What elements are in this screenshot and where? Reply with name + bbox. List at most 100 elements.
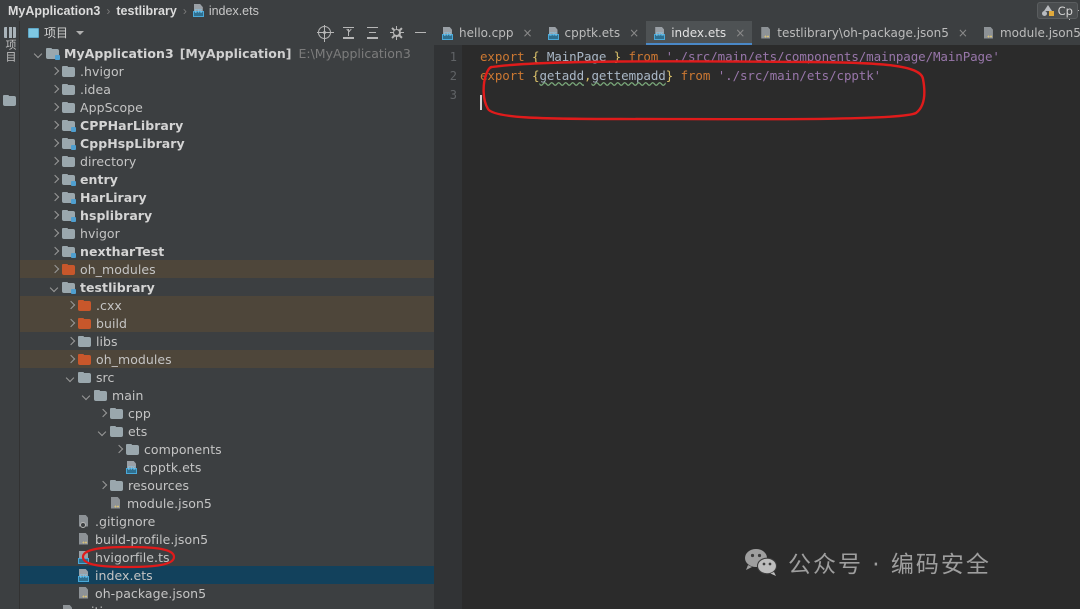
run-configuration-selector[interactable]: Cp bbox=[1036, 2, 1078, 19]
chevron-down-icon[interactable] bbox=[34, 49, 43, 58]
folder-icon bbox=[62, 101, 75, 113]
tree-item-gitignore[interactable]: .gitignore bbox=[20, 512, 434, 530]
chevron-right-icon[interactable] bbox=[66, 301, 75, 310]
chevron-down-icon[interactable] bbox=[66, 373, 75, 382]
excluded-folder-icon bbox=[78, 317, 91, 329]
chevron-down-icon[interactable] bbox=[76, 30, 85, 35]
tree-item-myapplication3[interactable]: MyApplication3 [MyApplication] E:\MyApplic… bbox=[20, 44, 434, 62]
chevron-right-icon[interactable] bbox=[50, 193, 59, 202]
chevron-right-icon[interactable] bbox=[50, 211, 59, 220]
module-folder-icon bbox=[62, 119, 76, 132]
editor-tab-module-json5[interactable]: module.json5× bbox=[975, 21, 1080, 45]
folder-icon bbox=[110, 425, 123, 437]
locate-in-tree-icon[interactable] bbox=[317, 25, 334, 42]
sidebar-item-project[interactable]: 项目 bbox=[2, 25, 18, 87]
tree-item-libs[interactable]: libs bbox=[20, 332, 434, 350]
tree-item-cpp[interactable]: cpp bbox=[20, 404, 434, 422]
chevron-down-icon[interactable] bbox=[98, 427, 107, 436]
tree-item-cppharlibrary[interactable]: CPPHarLibrary bbox=[20, 116, 434, 134]
tree-item-entry[interactable]: entry bbox=[20, 170, 434, 188]
chevron-right-icon[interactable] bbox=[50, 157, 59, 166]
excluded-folder-icon bbox=[78, 299, 91, 311]
tree-item-build-profile-json5[interactable]: build-profile.json5 bbox=[20, 530, 434, 548]
code-token: gettempadd bbox=[591, 68, 666, 83]
tree-item-hsplibrary[interactable]: hsplibrary bbox=[20, 206, 434, 224]
chevron-right-icon[interactable] bbox=[114, 445, 123, 454]
editor-tab-cpptk-ets[interactable]: cpptk.ets × bbox=[540, 21, 647, 45]
tree-item-ets[interactable]: ets bbox=[20, 422, 434, 440]
chevron-right-icon[interactable] bbox=[50, 139, 59, 148]
tree-item-testlibrary[interactable]: testlibrary bbox=[20, 278, 434, 296]
tree-item-oh-modules[interactable]: oh_modules bbox=[20, 260, 434, 278]
close-icon[interactable]: × bbox=[522, 26, 532, 40]
tree-item-hvigorfile-ts[interactable]: hvigorfile.ts bbox=[20, 548, 434, 566]
tree-item-appscope[interactable]: AppScope bbox=[20, 98, 434, 116]
json5-file-icon bbox=[110, 496, 122, 510]
chevron-right-icon[interactable] bbox=[50, 175, 59, 184]
chevron-right-icon[interactable] bbox=[66, 337, 75, 346]
chevron-right-icon[interactable] bbox=[50, 85, 59, 94]
breadcrumb-item-file[interactable]: index.ets bbox=[209, 4, 259, 18]
tree-item-cpptk-ets[interactable]: cpptk.ets bbox=[20, 458, 434, 476]
hide-panel-icon[interactable] bbox=[414, 26, 427, 39]
tree-item-harlirary[interactable]: HarLirary bbox=[20, 188, 434, 206]
editor-tab-testlibrary-oh-package-json5[interactable]: testlibrary\oh-package.json5 × bbox=[752, 21, 975, 45]
chevron-down-icon[interactable] bbox=[82, 391, 91, 400]
tree-item-label: main bbox=[112, 387, 144, 403]
tree-item-cpphsplibrary[interactable]: CppHspLibrary bbox=[20, 134, 434, 152]
tree-item-label: build-profile.json5 bbox=[95, 531, 209, 547]
project-tree[interactable]: MyApplication3 [MyApplication] E:\MyApplic… bbox=[20, 44, 434, 609]
tree-item-index-ets[interactable]: index.ets bbox=[20, 566, 434, 584]
collapse-all-icon[interactable] bbox=[366, 26, 379, 39]
tree-item-idea[interactable]: .idea bbox=[20, 80, 434, 98]
editor-tab-index-ets[interactable]: index.ets × bbox=[646, 21, 753, 45]
chevron-right-icon[interactable] bbox=[98, 409, 107, 418]
chevron-right-icon[interactable] bbox=[50, 229, 59, 238]
code-surface[interactable]: export {getadd,gettempadd} from './src/m… bbox=[462, 45, 1080, 609]
editor-tab-hello-cpp[interactable]: hello.cpp × bbox=[434, 21, 540, 45]
expand-all-icon[interactable] bbox=[342, 26, 355, 39]
breadcrumb-item-project[interactable]: MyApplication3 bbox=[8, 4, 100, 18]
tab-project[interactable]: 项目 bbox=[28, 24, 85, 41]
tree-item-hvigor[interactable]: hvigor bbox=[20, 224, 434, 242]
close-icon[interactable]: × bbox=[735, 26, 745, 40]
code-line[interactable]: export {getadd,gettempadd} from './src/m… bbox=[480, 66, 881, 85]
chevron-down-icon[interactable] bbox=[50, 283, 59, 292]
tree-item-build[interactable]: build bbox=[20, 314, 434, 332]
code-line[interactable]: export { MainPage } from './src/main/ets… bbox=[480, 47, 1000, 66]
chevron-right-icon[interactable] bbox=[50, 67, 59, 76]
chevron-right-icon[interactable] bbox=[50, 247, 59, 256]
tree-item-oh-package-json5[interactable]: oh-package.json5 bbox=[20, 584, 434, 602]
folder-icon bbox=[62, 155, 75, 167]
tree-item-resources[interactable]: resources bbox=[20, 476, 434, 494]
tree-item-label: hvigor bbox=[80, 225, 120, 241]
editor-area: hello.cpp×cpptk.ets×index.ets×testlibrar… bbox=[434, 21, 1080, 609]
breadcrumb-item-module[interactable]: testlibrary bbox=[116, 4, 176, 18]
tree-item-components[interactable]: components bbox=[20, 440, 434, 458]
tree-item-nexthartest[interactable]: nextharTest bbox=[20, 242, 434, 260]
tree-item-main[interactable]: main bbox=[20, 386, 434, 404]
tree-item-oh-modules[interactable]: oh_modules bbox=[20, 350, 434, 368]
chevron-right-icon[interactable] bbox=[50, 121, 59, 130]
tree-item-hvigor[interactable]: .hvigor bbox=[20, 62, 434, 80]
sidebar-item-folder[interactable] bbox=[3, 93, 16, 107]
tree-item-module-json5[interactable]: module.json5 bbox=[20, 494, 434, 512]
tree-item-src[interactable]: src bbox=[20, 368, 434, 386]
chevron-right-icon[interactable] bbox=[98, 481, 107, 490]
code-token: MainPage bbox=[546, 49, 607, 64]
chevron-right-icon[interactable] bbox=[50, 103, 59, 112]
close-icon[interactable]: × bbox=[629, 26, 639, 40]
chevron-right-icon[interactable] bbox=[66, 319, 75, 328]
tree-item-gitignore[interactable]: .gitignore bbox=[20, 602, 434, 609]
tree-item-cxx[interactable]: .cxx bbox=[20, 296, 434, 314]
close-icon[interactable]: × bbox=[958, 26, 968, 40]
folder-icon bbox=[126, 443, 139, 455]
tree-item-directory[interactable]: directory bbox=[20, 152, 434, 170]
line-number: 2 bbox=[449, 69, 457, 83]
chevron-right-icon[interactable] bbox=[66, 355, 75, 364]
settings-gear-icon[interactable] bbox=[389, 25, 404, 40]
chevron-right-icon[interactable] bbox=[50, 265, 59, 274]
code-token: { bbox=[524, 49, 547, 64]
